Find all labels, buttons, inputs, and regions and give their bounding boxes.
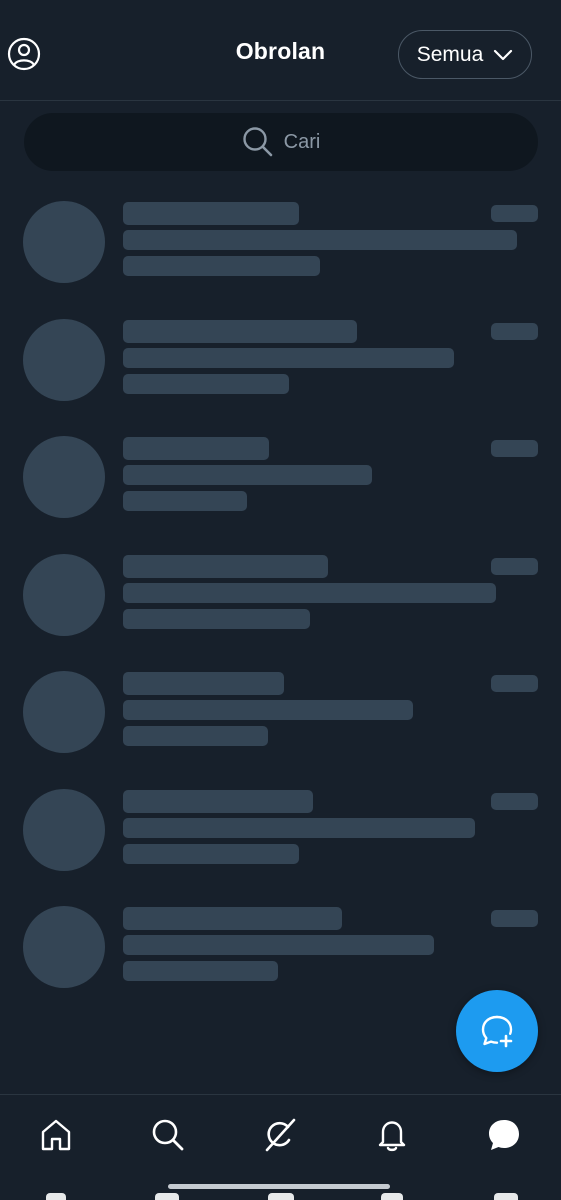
skeleton-row bbox=[0, 660, 561, 778]
time-placeholder bbox=[491, 322, 538, 340]
notifications-icon bbox=[378, 1121, 406, 1152]
message-placeholder bbox=[123, 935, 434, 955]
message-placeholder bbox=[123, 230, 517, 250]
name-placeholder bbox=[123, 319, 357, 343]
name-placeholder bbox=[123, 554, 328, 578]
nav-notifications[interactable] bbox=[370, 1113, 414, 1157]
time-placeholder bbox=[491, 910, 538, 927]
avatar-placeholder bbox=[23, 318, 105, 401]
home-icon bbox=[41, 1119, 71, 1151]
home-indicator[interactable] bbox=[168, 1184, 390, 1189]
message-placeholder bbox=[123, 608, 310, 629]
message-placeholder bbox=[123, 843, 299, 864]
message-placeholder bbox=[123, 961, 278, 981]
nav-messages[interactable] bbox=[482, 1113, 526, 1157]
profile-icon bbox=[7, 37, 41, 71]
avatar-placeholder bbox=[23, 553, 105, 636]
message-placeholder bbox=[123, 256, 320, 276]
message-placeholder bbox=[123, 817, 475, 838]
time-placeholder bbox=[491, 557, 538, 575]
skeleton-row bbox=[0, 308, 561, 426]
nav-explore[interactable] bbox=[146, 1113, 190, 1157]
messages-screen: Obrolan Semua Cari bbox=[0, 0, 561, 1200]
skeleton-row bbox=[0, 543, 561, 661]
conversation-list-skeleton bbox=[0, 190, 561, 1013]
top-bar: Obrolan Semua bbox=[0, 0, 561, 101]
messages-icon bbox=[489, 1120, 519, 1150]
message-placeholder bbox=[123, 465, 372, 485]
time-placeholder bbox=[491, 675, 538, 692]
name-placeholder bbox=[123, 789, 313, 813]
message-placeholder bbox=[123, 700, 413, 720]
name-placeholder bbox=[123, 907, 342, 930]
filter-dropdown[interactable]: Semua bbox=[398, 30, 532, 79]
time-placeholder bbox=[491, 440, 538, 457]
avatar-placeholder bbox=[23, 201, 105, 283]
chevron-down-icon bbox=[494, 49, 513, 60]
message-placeholder bbox=[123, 582, 496, 603]
message-placeholder bbox=[123, 347, 454, 368]
skeleton-row bbox=[0, 190, 561, 308]
filter-label: Semua bbox=[416, 42, 484, 66]
message-placeholder bbox=[123, 491, 247, 511]
time-placeholder bbox=[491, 205, 538, 222]
profile-button[interactable] bbox=[6, 36, 42, 72]
name-placeholder bbox=[123, 437, 269, 460]
message-placeholder bbox=[123, 726, 268, 746]
new-message-icon bbox=[481, 1015, 513, 1048]
new-message-button[interactable] bbox=[456, 990, 538, 1072]
nav-grok[interactable] bbox=[258, 1113, 302, 1157]
avatar-placeholder bbox=[23, 436, 105, 518]
search-icon bbox=[152, 1119, 184, 1151]
skeleton-row bbox=[0, 425, 561, 543]
avatar-placeholder bbox=[23, 906, 105, 988]
search-placeholder: Cari bbox=[283, 130, 321, 153]
search-icon bbox=[242, 127, 272, 157]
name-placeholder bbox=[123, 672, 284, 695]
app-switcher-peek bbox=[0, 1193, 561, 1200]
time-placeholder bbox=[491, 792, 538, 810]
avatar-placeholder bbox=[23, 671, 105, 753]
nav-home[interactable] bbox=[34, 1113, 78, 1157]
grok-icon bbox=[265, 1118, 296, 1152]
search-input[interactable]: Cari bbox=[24, 113, 538, 171]
avatar-placeholder bbox=[23, 788, 105, 871]
skeleton-row bbox=[0, 778, 561, 896]
name-placeholder bbox=[123, 202, 299, 225]
message-placeholder bbox=[123, 373, 289, 394]
